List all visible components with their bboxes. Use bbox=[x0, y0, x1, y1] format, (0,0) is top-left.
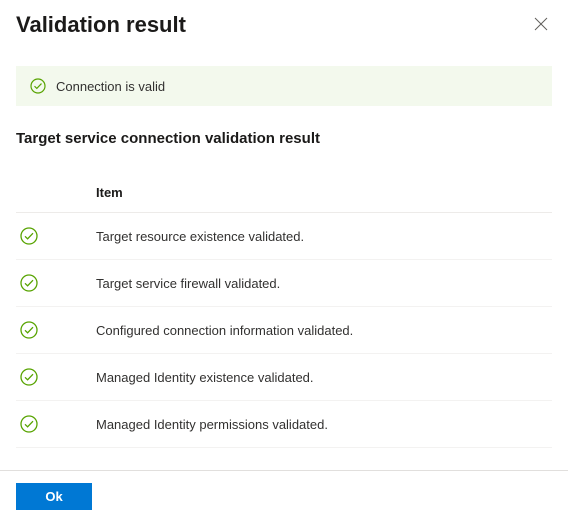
success-icon bbox=[20, 227, 38, 245]
success-icon bbox=[30, 78, 46, 94]
validation-table: Item Target resource existence validated… bbox=[16, 175, 552, 448]
row-item-text: Managed Identity existence validated. bbox=[96, 370, 314, 385]
table-header: Item bbox=[16, 175, 552, 213]
success-icon bbox=[20, 321, 38, 339]
table-row: Managed Identity permissions validated. bbox=[16, 401, 552, 448]
status-message: Connection is valid bbox=[56, 79, 165, 94]
status-banner: Connection is valid bbox=[16, 66, 552, 106]
table-row: Target resource existence validated. bbox=[16, 213, 552, 260]
row-item-text: Target service firewall validated. bbox=[96, 276, 280, 291]
table-row: Configured connection information valida… bbox=[16, 307, 552, 354]
close-icon[interactable] bbox=[530, 12, 552, 38]
success-icon bbox=[20, 415, 38, 433]
success-icon bbox=[20, 274, 38, 292]
row-item-text: Configured connection information valida… bbox=[96, 323, 353, 338]
section-subtitle: Target service connection validation res… bbox=[16, 130, 552, 147]
table-row: Managed Identity existence validated. bbox=[16, 354, 552, 401]
row-item-text: Managed Identity permissions validated. bbox=[96, 417, 328, 432]
page-title: Validation result bbox=[16, 12, 186, 38]
table-row: Target service firewall validated. bbox=[16, 260, 552, 307]
ok-button[interactable]: Ok bbox=[16, 483, 92, 510]
dialog-footer: Ok bbox=[0, 470, 568, 522]
success-icon bbox=[20, 368, 38, 386]
row-item-text: Target resource existence validated. bbox=[96, 229, 304, 244]
column-header-item: Item bbox=[96, 185, 123, 200]
dialog-header: Validation result bbox=[16, 12, 552, 38]
